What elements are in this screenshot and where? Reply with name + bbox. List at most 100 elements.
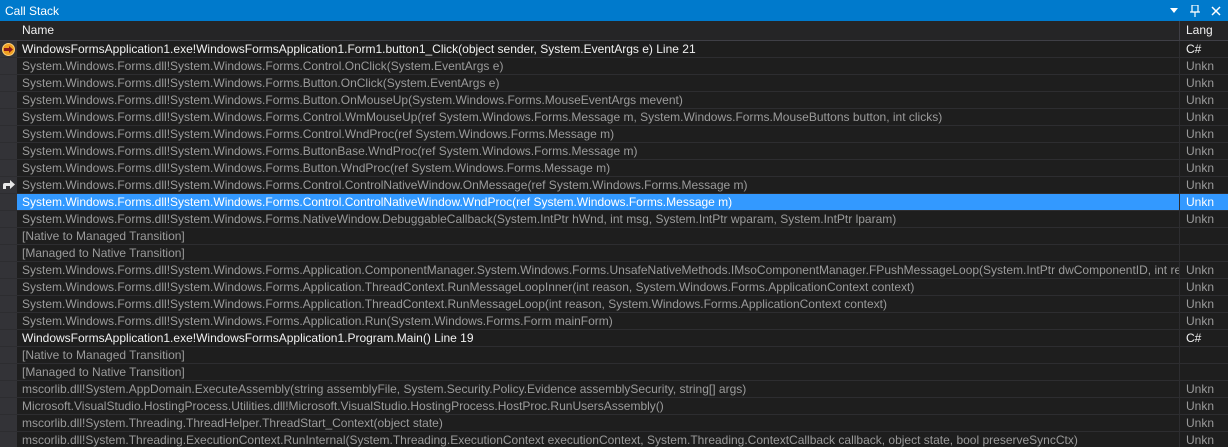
frame-gutter bbox=[0, 143, 17, 159]
frame-language: Unkn bbox=[1186, 195, 1215, 209]
column-header-language[interactable]: Lang bbox=[1180, 21, 1228, 40]
call-stack-frame-row[interactable]: System.Windows.Forms.dll!System.Windows.… bbox=[0, 75, 1228, 92]
frame-gutter bbox=[0, 75, 17, 91]
frame-language: Unkn bbox=[1186, 178, 1215, 192]
frame-gutter bbox=[0, 262, 17, 278]
frame-language bbox=[1180, 228, 1228, 244]
title-bar[interactable]: Call Stack bbox=[0, 0, 1228, 21]
frame-gutter bbox=[0, 347, 17, 363]
call-stack-frame-row[interactable]: System.Windows.Forms.dll!System.Windows.… bbox=[0, 279, 1228, 296]
frame-language: Unkn bbox=[1186, 382, 1215, 396]
frame-language: Unkn bbox=[1186, 416, 1215, 430]
call-stack-frame-row[interactable]: System.Windows.Forms.dll!System.Windows.… bbox=[0, 262, 1228, 279]
frame-gutter bbox=[0, 432, 17, 447]
frame-language: Unkn bbox=[1186, 161, 1215, 175]
frame-language: Unkn bbox=[1186, 93, 1215, 107]
call-return-arrow-icon bbox=[2, 179, 15, 191]
call-stack-frame-row[interactable]: Microsoft.VisualStudio.HostingProcess.Ut… bbox=[0, 398, 1228, 415]
frame-name: [Native to Managed Transition] bbox=[17, 347, 1180, 363]
frame-gutter bbox=[0, 313, 17, 329]
frame-language: Unkn bbox=[1186, 110, 1215, 124]
frame-language: C# bbox=[1186, 331, 1202, 345]
frame-gutter bbox=[0, 398, 17, 414]
frame-language: Unkn bbox=[1186, 314, 1215, 328]
frame-name: System.Windows.Forms.dll!System.Windows.… bbox=[17, 211, 1180, 227]
frame-language: Unkn bbox=[1186, 127, 1215, 141]
call-stack-frame-row[interactable]: mscorlib.dll!System.Threading.ExecutionC… bbox=[0, 432, 1228, 447]
frame-gutter bbox=[0, 296, 17, 312]
frame-language: Unkn bbox=[1186, 433, 1215, 447]
call-stack-frame-row[interactable]: System.Windows.Forms.dll!System.Windows.… bbox=[0, 126, 1228, 143]
call-stack-frame-row[interactable]: [Managed to Native Transition] bbox=[0, 245, 1228, 262]
current-statement-icon bbox=[2, 42, 15, 56]
call-stack-frame-row[interactable]: [Native to Managed Transition] bbox=[0, 228, 1228, 245]
call-stack-frame-row[interactable]: System.Windows.Forms.dll!System.Windows.… bbox=[0, 194, 1228, 211]
frame-gutter bbox=[0, 177, 17, 193]
frame-name: System.Windows.Forms.dll!System.Windows.… bbox=[17, 296, 1180, 312]
frame-name: System.Windows.Forms.dll!System.Windows.… bbox=[17, 126, 1180, 142]
frame-language: Unkn bbox=[1186, 399, 1215, 413]
call-stack-frame-row[interactable]: System.Windows.Forms.dll!System.Windows.… bbox=[0, 143, 1228, 160]
frame-name: System.Windows.Forms.dll!System.Windows.… bbox=[17, 313, 1180, 329]
header-gutter bbox=[0, 21, 17, 40]
frame-language: C# bbox=[1186, 42, 1202, 56]
call-stack-frame-row[interactable]: System.Windows.Forms.dll!System.Windows.… bbox=[0, 109, 1228, 126]
column-header: Name Lang bbox=[0, 21, 1228, 41]
call-stack-frame-row[interactable]: mscorlib.dll!System.Threading.ThreadHelp… bbox=[0, 415, 1228, 432]
frame-gutter bbox=[0, 381, 17, 397]
call-stack-frame-row[interactable]: System.Windows.Forms.dll!System.Windows.… bbox=[0, 211, 1228, 228]
call-stack-frame-row[interactable]: System.Windows.Forms.dll!System.Windows.… bbox=[0, 58, 1228, 75]
frame-gutter bbox=[0, 194, 17, 210]
frame-language bbox=[1180, 245, 1228, 261]
frame-gutter bbox=[0, 228, 17, 244]
frame-name: mscorlib.dll!System.Threading.ExecutionC… bbox=[17, 432, 1180, 447]
call-stack-frame-row[interactable]: System.Windows.Forms.dll!System.Windows.… bbox=[0, 92, 1228, 109]
call-stack-frame-row[interactable]: WindowsFormsApplication1.exe!WindowsForm… bbox=[0, 330, 1228, 347]
call-stack-frame-row[interactable]: [Native to Managed Transition] bbox=[0, 347, 1228, 364]
frame-language: Unkn bbox=[1186, 212, 1215, 226]
frame-name: [Managed to Native Transition] bbox=[17, 245, 1180, 261]
frame-gutter bbox=[0, 41, 17, 57]
frame-name: Microsoft.VisualStudio.HostingProcess.Ut… bbox=[17, 398, 1180, 414]
frame-gutter bbox=[0, 279, 17, 295]
frame-language: Unkn bbox=[1186, 76, 1215, 90]
frame-gutter bbox=[0, 415, 17, 431]
frame-gutter bbox=[0, 58, 17, 74]
frame-name: System.Windows.Forms.dll!System.Windows.… bbox=[17, 194, 1180, 210]
frame-name: System.Windows.Forms.dll!System.Windows.… bbox=[17, 58, 1180, 74]
frame-name: [Native to Managed Transition] bbox=[17, 228, 1180, 244]
call-stack-frame-row[interactable]: mscorlib.dll!System.AppDomain.ExecuteAss… bbox=[0, 381, 1228, 398]
frame-language: Unkn bbox=[1186, 59, 1215, 73]
pin-icon[interactable] bbox=[1186, 2, 1204, 20]
frame-gutter bbox=[0, 126, 17, 142]
frame-name: WindowsFormsApplication1.exe!WindowsForm… bbox=[17, 41, 1180, 57]
frame-gutter bbox=[0, 245, 17, 261]
frame-language bbox=[1180, 364, 1228, 380]
frame-name: mscorlib.dll!System.Threading.ThreadHelp… bbox=[17, 415, 1180, 431]
frame-gutter bbox=[0, 109, 17, 125]
call-stack-frame-row[interactable]: [Managed to Native Transition] bbox=[0, 364, 1228, 381]
window-title: Call Stack bbox=[5, 3, 60, 18]
frame-name: System.Windows.Forms.dll!System.Windows.… bbox=[17, 109, 1180, 125]
call-stack-frame-row[interactable]: System.Windows.Forms.dll!System.Windows.… bbox=[0, 296, 1228, 313]
frame-name: System.Windows.Forms.dll!System.Windows.… bbox=[17, 143, 1180, 159]
call-stack-frame-row[interactable]: System.Windows.Forms.dll!System.Windows.… bbox=[0, 313, 1228, 330]
frame-name: [Managed to Native Transition] bbox=[17, 364, 1180, 380]
frame-name: System.Windows.Forms.dll!System.Windows.… bbox=[17, 279, 1180, 295]
call-stack-list[interactable]: WindowsFormsApplication1.exe!WindowsForm… bbox=[0, 41, 1228, 447]
frame-gutter bbox=[0, 92, 17, 108]
call-stack-window: Call Stack Name Lang WindowsFormsApplica… bbox=[0, 0, 1228, 447]
frame-name: System.Windows.Forms.dll!System.Windows.… bbox=[17, 177, 1180, 193]
frame-name: WindowsFormsApplication1.exe!WindowsForm… bbox=[17, 330, 1180, 346]
close-icon[interactable] bbox=[1207, 2, 1225, 20]
frame-language: Unkn bbox=[1186, 144, 1215, 158]
frame-name: mscorlib.dll!System.AppDomain.ExecuteAss… bbox=[17, 381, 1180, 397]
column-header-name[interactable]: Name bbox=[17, 21, 1180, 40]
call-stack-frame-row[interactable]: System.Windows.Forms.dll!System.Windows.… bbox=[0, 160, 1228, 177]
call-stack-frame-row[interactable]: WindowsFormsApplication1.exe!WindowsForm… bbox=[0, 41, 1228, 58]
frame-name: System.Windows.Forms.dll!System.Windows.… bbox=[17, 160, 1180, 176]
frame-gutter bbox=[0, 364, 17, 380]
dropdown-arrow-icon[interactable] bbox=[1165, 2, 1183, 20]
call-stack-frame-row[interactable]: System.Windows.Forms.dll!System.Windows.… bbox=[0, 177, 1228, 194]
frame-language: Unkn bbox=[1186, 263, 1215, 277]
